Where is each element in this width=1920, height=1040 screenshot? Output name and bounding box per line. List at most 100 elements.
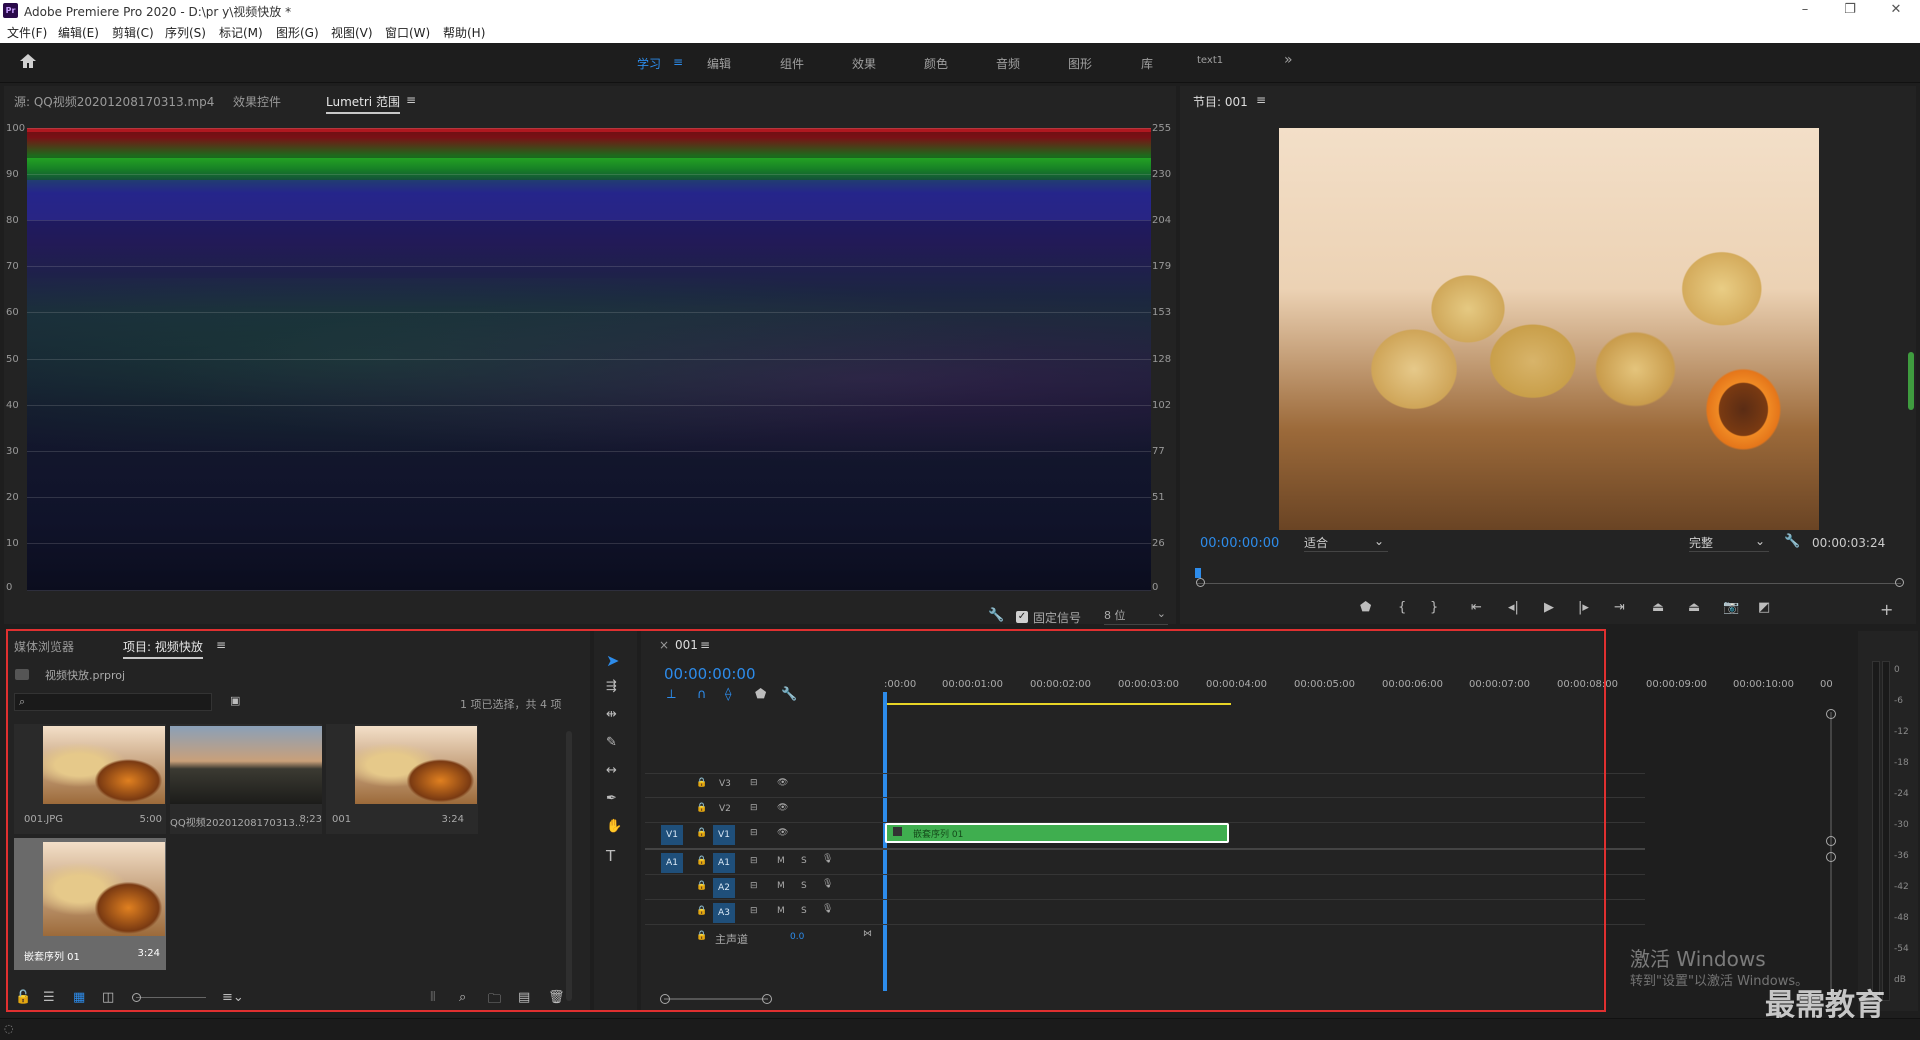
- lock-icon[interactable]: 🔓: [15, 990, 31, 1005]
- timeline-timecode[interactable]: 00:00:00:00: [664, 665, 756, 683]
- tab-project[interactable]: 项目: 视频快放: [123, 638, 203, 659]
- source-patch-a1[interactable]: A1: [661, 853, 683, 873]
- workspace-audio[interactable]: 音频: [996, 55, 1020, 72]
- workspace-text1[interactable]: text1: [1197, 55, 1223, 66]
- menu-sequence[interactable]: 序列(S): [165, 24, 206, 41]
- clamp-signal-checkbox[interactable]: ✓: [1016, 611, 1028, 623]
- solo-button[interactable]: S: [801, 856, 807, 866]
- tab-effect-controls[interactable]: 效果控件: [233, 93, 281, 110]
- slip-tool-icon[interactable]: ↔: [606, 763, 617, 778]
- workspace-learn[interactable]: 学习: [637, 55, 661, 72]
- scroll-handle[interactable]: [1826, 836, 1836, 846]
- selection-tool-icon[interactable]: ➤: [606, 651, 619, 670]
- project-menu-icon[interactable]: ≡: [216, 638, 226, 652]
- program-title[interactable]: 节目: 001: [1193, 93, 1248, 110]
- tab-lumetri-scopes[interactable]: Lumetri 范围: [326, 93, 400, 114]
- pen-tool-icon[interactable]: ✒: [606, 791, 617, 806]
- freeform-view-icon[interactable]: ◫: [102, 990, 114, 1005]
- hand-tool-icon[interactable]: ✋: [606, 819, 622, 834]
- sequence-tab[interactable]: 001: [675, 638, 698, 652]
- lock-icon[interactable]: 🔒: [696, 778, 707, 788]
- lock-icon[interactable]: 🔒: [696, 856, 707, 866]
- lock-icon[interactable]: 🔒: [696, 906, 707, 916]
- program-scrub-bar[interactable]: [1197, 583, 1901, 584]
- find-icon[interactable]: ⌕: [459, 990, 466, 1005]
- add-marker-icon[interactable]: ⬟: [755, 687, 766, 702]
- microphone-icon[interactable]: 🎙: [822, 879, 833, 889]
- work-area-bar[interactable]: [884, 703, 1231, 705]
- sync-lock-icon[interactable]: ⊟: [750, 778, 758, 788]
- tab-source[interactable]: 源: QQ视频20201208170313.mp4: [14, 93, 214, 110]
- timeline-ruler[interactable]: :00:00 00:00:01:00 00:00:02:00 00:00:03:…: [884, 672, 1833, 702]
- project-scrollbar[interactable]: [566, 731, 572, 1001]
- sync-lock-icon[interactable]: ⊟: [750, 803, 758, 813]
- microphone-icon[interactable]: 🎙: [822, 854, 833, 864]
- comparison-view-icon[interactable]: ◩: [1758, 600, 1770, 615]
- lock-icon[interactable]: 🔒: [696, 803, 707, 813]
- trash-icon[interactable]: 🗑: [548, 990, 565, 1005]
- source-patch-v1[interactable]: V1: [661, 825, 683, 845]
- lock-icon[interactable]: 🔒: [696, 931, 707, 941]
- sync-lock-icon[interactable]: ⊟: [750, 881, 758, 891]
- search-input[interactable]: ⌕: [14, 693, 212, 711]
- track-target-a1[interactable]: A1: [713, 853, 735, 873]
- menu-clip[interactable]: 剪辑(C): [112, 24, 154, 41]
- track-target-v1[interactable]: V1: [713, 825, 735, 845]
- sort-icons-icon[interactable]: ≡⌄: [222, 990, 244, 1005]
- track-select-tool-icon[interactable]: ⇶: [606, 679, 617, 694]
- razor-tool-icon[interactable]: ✎: [606, 735, 617, 750]
- slider-handle[interactable]: [132, 993, 141, 1002]
- sync-lock-icon[interactable]: ⊟: [750, 856, 758, 866]
- lift-icon[interactable]: ⏏: [1652, 600, 1664, 615]
- project-item[interactable]: 001.JPG 5:00: [14, 724, 166, 834]
- fit-select[interactable]: 适合 ⌄: [1304, 534, 1388, 552]
- mark-out-icon[interactable]: }: [1430, 600, 1438, 615]
- minimize-button[interactable]: –: [1794, 2, 1816, 17]
- eye-icon[interactable]: 👁: [777, 803, 788, 813]
- menu-help[interactable]: 帮助(H): [443, 24, 485, 41]
- program-current-timecode[interactable]: 00:00:00:00: [1200, 536, 1279, 551]
- lock-icon[interactable]: 🔒: [696, 828, 707, 838]
- menu-marker[interactable]: 标记(M): [219, 24, 263, 41]
- workspace-menu-icon[interactable]: ≡: [673, 55, 683, 69]
- track-target-a2[interactable]: A2: [713, 878, 735, 898]
- export-frame-icon[interactable]: 📷: [1723, 600, 1739, 615]
- nest-icon[interactable]: ⟂: [667, 687, 676, 702]
- workspace-effects[interactable]: 效果: [852, 55, 876, 72]
- zoom-handle-left[interactable]: [1196, 578, 1205, 587]
- close-sequence-icon[interactable]: ×: [659, 638, 669, 652]
- scroll-handle[interactable]: [1826, 852, 1836, 862]
- eye-icon[interactable]: 👁: [777, 778, 788, 788]
- mute-button[interactable]: M: [777, 906, 785, 916]
- solo-button[interactable]: S: [801, 881, 807, 891]
- quality-select[interactable]: 完整 ⌄: [1689, 534, 1769, 552]
- add-marker-icon[interactable]: ⬟: [1360, 600, 1371, 615]
- lock-icon[interactable]: 🔒: [696, 881, 707, 891]
- automate-sequence-icon[interactable]: ⦀: [430, 990, 436, 1005]
- mark-in-icon[interactable]: {: [1398, 600, 1406, 615]
- close-button[interactable]: ✕: [1885, 2, 1907, 17]
- wrench-icon[interactable]: 🔧: [988, 608, 1004, 623]
- sync-lock-icon[interactable]: ⊟: [750, 828, 758, 838]
- menu-window[interactable]: 窗口(W): [385, 24, 430, 41]
- linked-selection-icon[interactable]: ⟠: [725, 687, 731, 702]
- eye-icon[interactable]: 👁: [777, 828, 788, 838]
- mute-button[interactable]: M: [777, 856, 785, 866]
- bit-depth-select[interactable]: 8 位 ⌄: [1104, 607, 1168, 625]
- workspace-libraries[interactable]: 库: [1141, 55, 1153, 72]
- home-icon[interactable]: [18, 53, 38, 71]
- new-bin-search-icon[interactable]: ▣: [230, 694, 240, 707]
- step-back-icon[interactable]: ◂|: [1508, 600, 1519, 615]
- restore-button[interactable]: ❐: [1839, 2, 1861, 17]
- workspace-graphics[interactable]: 图形: [1068, 55, 1092, 72]
- go-to-end-icon[interactable]: ⋈: [863, 929, 872, 939]
- timeline-clip[interactable]: 嵌套序列 01: [885, 823, 1229, 843]
- list-view-icon[interactable]: ☰: [43, 990, 55, 1005]
- scroll-handle[interactable]: [1826, 709, 1836, 719]
- project-item-selected[interactable]: 嵌套序列 01 3:24: [14, 838, 166, 970]
- new-item-icon[interactable]: ▤: [518, 990, 530, 1005]
- more-workspaces-icon[interactable]: »: [1284, 52, 1293, 68]
- timeline-settings-icon[interactable]: 🔧: [781, 687, 797, 702]
- ripple-edit-tool-icon[interactable]: ⇹: [606, 707, 617, 722]
- track-name[interactable]: V3: [719, 779, 731, 789]
